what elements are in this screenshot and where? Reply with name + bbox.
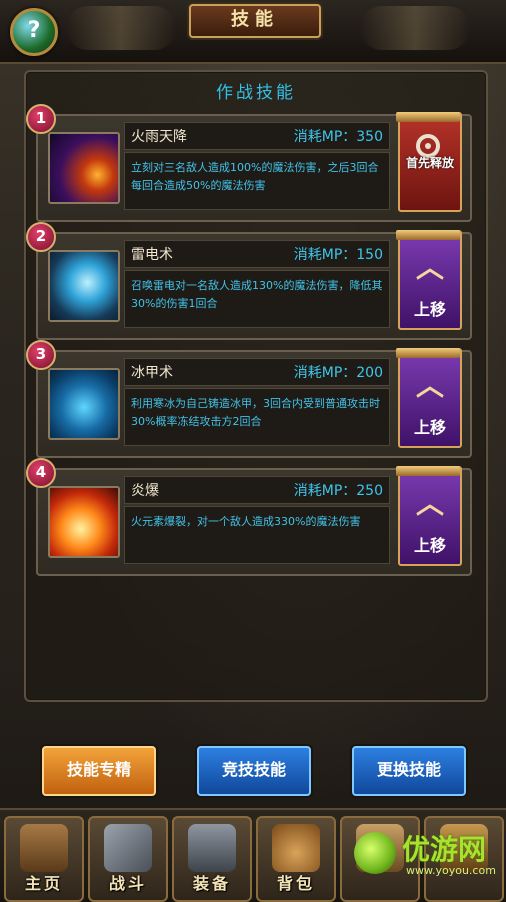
skill-name: 雷电术 bbox=[131, 247, 173, 263]
skills-panel: 作战技能 1 火雨天降 消耗MP：350 立刻对三名敌人造成100%的魔法伤害，… bbox=[24, 70, 488, 702]
skill-name: 冰甲术 bbox=[131, 365, 173, 381]
skill-mp-cost: 消耗MP：250 bbox=[293, 483, 383, 499]
gate-icon bbox=[20, 824, 68, 872]
skill-name: 炎爆 bbox=[131, 483, 159, 499]
fire-rain-icon bbox=[48, 132, 120, 204]
move-up-label: 上移 bbox=[413, 300, 446, 319]
flame-burst-icon bbox=[48, 486, 120, 558]
skill-description: 火元素爆裂，对一个敌人造成330%的魔法伤害 bbox=[131, 515, 361, 528]
watermark-text: 优游网 bbox=[402, 833, 487, 866]
skill-description: 召唤雷电对一名敌人造成130%的魔法伤害，降低其30%的伤害1回合 bbox=[131, 279, 383, 310]
dragon-ornament-right-icon bbox=[360, 6, 470, 50]
move-up-button[interactable]: ︿ 上移 bbox=[396, 466, 462, 566]
skill-specialize-button[interactable]: 技能专精 bbox=[42, 746, 156, 796]
bag-icon bbox=[272, 824, 320, 872]
nav-equipment[interactable]: 装备 bbox=[172, 816, 252, 902]
move-up-button[interactable]: ︿ 上移 bbox=[396, 348, 462, 448]
move-up-label: 上移 bbox=[413, 536, 446, 555]
skill-desc-box: 火元素爆裂，对一个敌人造成330%的魔法伤害 bbox=[124, 506, 390, 564]
skill-row-4[interactable]: 4 炎爆 消耗MP：250 火元素爆裂，对一个敌人造成330%的魔法伤害 ︿ 上… bbox=[26, 458, 472, 576]
chevron-up-icon: ︿ bbox=[415, 487, 444, 520]
skill-index-badge: 2 bbox=[26, 222, 56, 252]
help-button[interactable]: ? bbox=[10, 8, 58, 56]
skill-index-badge: 1 bbox=[26, 104, 56, 134]
arena-skill-button[interactable]: 竞技技能 bbox=[197, 746, 311, 796]
skill-index-badge: 4 bbox=[26, 458, 56, 488]
skill-name: 火雨天降 bbox=[131, 129, 187, 145]
skill-row-1[interactable]: 1 火雨天降 消耗MP：350 立刻对三名敌人造成100%的魔法伤害，之后3回合… bbox=[26, 104, 472, 222]
chevron-up-icon: ︿ bbox=[415, 251, 444, 284]
nav-label: 主页 bbox=[24, 874, 63, 893]
watermark-logo-icon bbox=[354, 832, 396, 874]
skill-name-bar: 炎爆 消耗MP：250 bbox=[124, 476, 390, 504]
nav-label: 装备 bbox=[192, 874, 231, 893]
skill-row-2[interactable]: 2 雷电术 消耗MP：150 召唤雷电对一名敌人造成130%的魔法伤害，降低其3… bbox=[26, 222, 472, 340]
skill-desc-box: 利用寒冰为自己铸造冰甲，3回合内受到普通攻击时30%概率冻结攻击方2回合 bbox=[124, 388, 390, 446]
dragon-ornament-left-icon bbox=[66, 6, 176, 50]
skill-mp-cost: 消耗MP：200 bbox=[293, 365, 383, 381]
skill-description: 利用寒冰为自己铸造冰甲，3回合内受到普通攻击时30%概率冻结攻击方2回合 bbox=[131, 397, 380, 428]
skill-name-bar: 火雨天降 消耗MP：350 bbox=[124, 122, 390, 150]
skill-name-bar: 雷电术 消耗MP：150 bbox=[124, 240, 390, 268]
nav-bag[interactable]: 背包 bbox=[256, 816, 336, 902]
skill-index-badge: 3 bbox=[26, 340, 56, 370]
watermark-url: www.yoyou.com bbox=[406, 864, 496, 877]
panel-title: 作战技能 bbox=[216, 83, 296, 103]
nav-battle[interactable]: 战斗 bbox=[88, 816, 168, 902]
skill-name-bar: 冰甲术 消耗MP：200 bbox=[124, 358, 390, 386]
move-up-label: 上移 bbox=[413, 418, 446, 437]
skill-description: 立刻对三名敌人造成100%的魔法伤害，之后3回合每回合造成50%的魔法伤害 bbox=[131, 161, 379, 192]
thunder-icon bbox=[48, 250, 120, 322]
chevron-up-icon: ︿ bbox=[415, 369, 444, 402]
watermark: 优游网 www.yoyou.com bbox=[354, 828, 496, 888]
cast-first-label: 首先释放 bbox=[405, 156, 454, 170]
ice-armor-icon bbox=[48, 368, 120, 440]
move-up-button[interactable]: ︿ 上移 bbox=[396, 230, 462, 330]
nav-label: 战斗 bbox=[108, 874, 147, 893]
bottom-nav: 主页 战斗 装备 背包 优游网 www.yoyou.com bbox=[0, 808, 506, 902]
change-skill-button[interactable]: 更换技能 bbox=[352, 746, 466, 796]
armor-icon bbox=[188, 824, 236, 872]
skill-desc-box: 立刻对三名敌人造成100%的魔法伤害，之后3回合每回合造成50%的魔法伤害 bbox=[124, 152, 390, 210]
skill-row-3[interactable]: 3 冰甲术 消耗MP：200 利用寒冰为自己铸造冰甲，3回合内受到普通攻击时30… bbox=[26, 340, 472, 458]
skill-mp-cost: 消耗MP：150 bbox=[293, 247, 383, 263]
page-title: 技能 bbox=[189, 4, 321, 38]
nav-home[interactable]: 主页 bbox=[4, 816, 84, 902]
crossed-swords-icon bbox=[104, 824, 152, 872]
header-bar: ? 技能 bbox=[0, 0, 506, 64]
cast-first-button[interactable]: 首先释放 bbox=[396, 112, 462, 212]
skill-mp-cost: 消耗MP：350 bbox=[293, 129, 383, 145]
skill-desc-box: 召唤雷电对一名敌人造成130%的魔法伤害，降低其30%的伤害1回合 bbox=[124, 270, 390, 328]
nav-label: 背包 bbox=[276, 874, 315, 893]
help-icon: ? bbox=[27, 18, 41, 43]
